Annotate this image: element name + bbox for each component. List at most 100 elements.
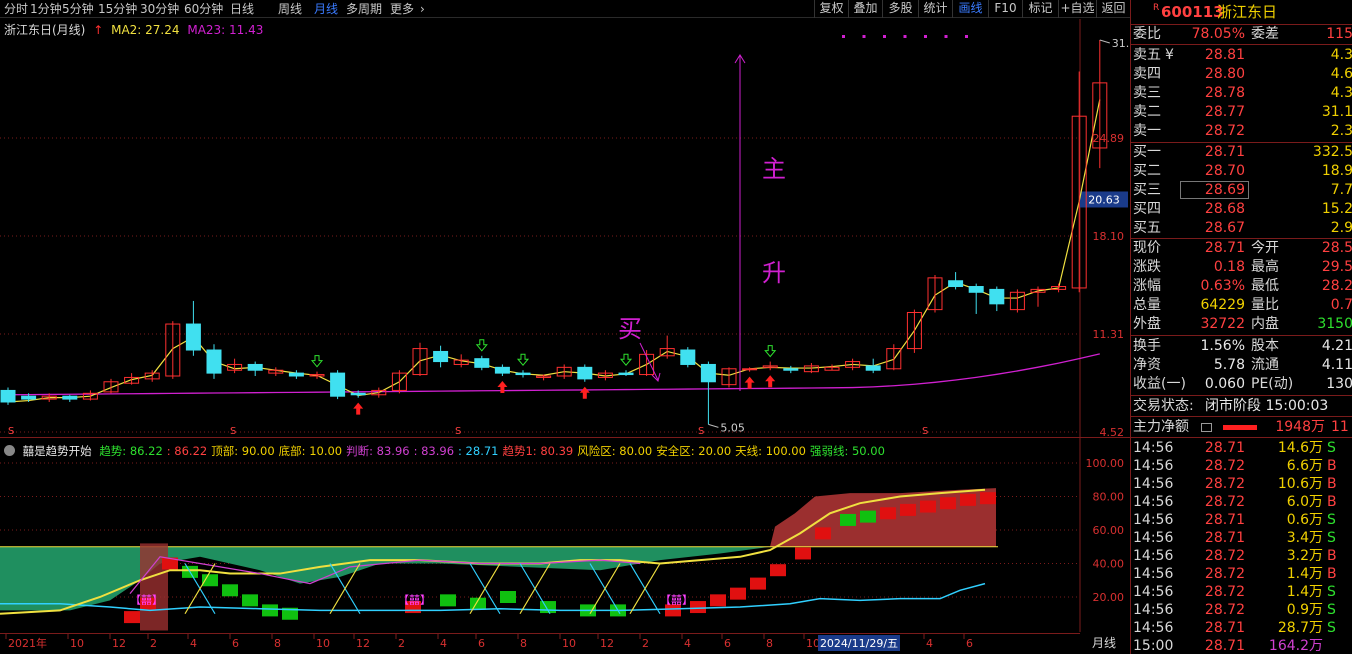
time-tick-label: 2021年 [8, 636, 47, 650]
currency-icon: ¥ [1165, 47, 1174, 63]
candlestick-chart[interactable]: 24.89 18.10 11.31 4.52 20.63 31.68 5.05 买 主升 S S S S… [0, 19, 1143, 439]
tick-side: S [1327, 440, 1336, 456]
fundamental-label: 净资 [1133, 357, 1161, 373]
red-signal-block [710, 594, 726, 607]
fundamental-label: 流通 [1251, 357, 1279, 373]
tick-time: 14:56 [1133, 440, 1174, 456]
green-signal-block [242, 594, 258, 607]
toolbar-button-3[interactable]: 统计 [918, 0, 952, 18]
price-tick-label: 24.89 [1093, 132, 1125, 145]
stat-label: 外盘 [1133, 316, 1161, 332]
ask-row-4: 卖一 28.72 2.3 [1131, 122, 1352, 141]
ask-label: 卖四 [1133, 66, 1161, 82]
period-tab-7[interactable]: 周线 [278, 1, 302, 17]
divider [1131, 335, 1352, 336]
buy-signal-up-arrow-icon [353, 402, 364, 415]
high-pointer [1099, 39, 1110, 44]
buy-signal-up-arrow-icon [765, 375, 776, 388]
low-pointer [708, 423, 719, 428]
fundamental-row-1: 净资 5.78 流通 4.11 [1131, 356, 1352, 375]
tick-side: S [1327, 620, 1336, 636]
period-tab-9[interactable]: 多周期 [346, 1, 382, 17]
stat-row-0: 现价 28.71 今开 28.5 [1131, 239, 1352, 258]
red-signal-block [900, 503, 916, 516]
toolbar-button-8[interactable]: 返回 [1096, 0, 1130, 18]
period-label: 月线 [1092, 636, 1116, 650]
s-marker: S [230, 426, 236, 437]
green-signal-block [222, 584, 238, 597]
fundamental-label: 收益(一) [1133, 376, 1186, 392]
indicator-panel[interactable]: 100.00 80.00 60.00 40.00 20.00 【囍】 【囍】 【囍】 囍是趋势… [0, 438, 1130, 632]
ask-price: 28.72 [1204, 123, 1245, 139]
bid-label: 买二 [1133, 163, 1161, 179]
period-tab-1[interactable]: 1分钟 [30, 1, 62, 17]
toolbar-button-2[interactable]: 多股 [882, 0, 918, 18]
bid-volume: 2.9 [1330, 220, 1352, 236]
toolbar-button-6[interactable]: 标记 [1022, 0, 1058, 18]
ask-volume: 4.3 [1330, 85, 1352, 101]
tick-row-5: 14:56 28.71 3.4万 S [1131, 529, 1352, 547]
time-axis-svg: 2021年 10 12 2 4 6 8 10 12 2 4 6 8 10 12 2 4 6 8 10 4 6 2024/11… [0, 633, 1116, 651]
stat-value: 32722 [1200, 316, 1245, 332]
tick-time: 14:56 [1133, 620, 1174, 636]
tick-price: 28.71 [1204, 620, 1245, 636]
bid-volume: 7.7 [1330, 182, 1352, 198]
bid-label: 买一 [1133, 144, 1161, 160]
date-cursor-label: 2024/11/29/五 [820, 637, 898, 650]
period-tab-6[interactable]: 日线 [230, 1, 254, 17]
bid-row-1: 买二 28.70 18.9 [1131, 162, 1352, 181]
main-chart-legend: 浙江东日(月线) ↑ MA2: 27.24 MA23: 11.43 [4, 21, 267, 38]
stock-header: R 600113 浙江东日 [1131, 1, 1352, 23]
toolbar-button-5[interactable]: F10 [988, 0, 1022, 18]
tick-price: 28.72 [1204, 548, 1245, 564]
tick-side: S [1327, 602, 1336, 618]
down-candle [350, 392, 366, 396]
period-tab-5[interactable]: 60分钟 [184, 1, 223, 17]
time-tick-label: 8 [274, 637, 281, 650]
sell-signal-down-arrow-icon [310, 355, 324, 368]
s-marker: S [922, 426, 928, 437]
green-signal-block [500, 591, 516, 603]
period-tab-0[interactable]: 分时 [4, 1, 28, 17]
time-tick-label: 4 [440, 637, 447, 650]
period-tab-2[interactable]: 5分钟 [62, 1, 94, 17]
toolbar-button-1[interactable]: 叠加 [848, 0, 882, 18]
indicator-settings-icon[interactable] [4, 445, 15, 456]
indicator-legend-item: : 28.71 [458, 444, 499, 458]
stat-label: 最高 [1251, 259, 1279, 275]
s-marker: S [698, 426, 704, 437]
buy-annotation: 买 [618, 315, 642, 343]
toolbar-button-7[interactable]: +自选 [1058, 0, 1096, 18]
period-tab-4[interactable]: 30分钟 [140, 1, 179, 17]
tick-volume: 0.9万 [1286, 602, 1323, 618]
main-flow-menu-icon[interactable] [1201, 423, 1212, 432]
price-tick-label: 11.31 [1093, 328, 1125, 341]
stat-value: 28.71 [1204, 240, 1245, 256]
tick-price: 28.71 [1204, 530, 1245, 546]
tick-volume: 6.0万 [1286, 494, 1323, 510]
main-chart-panel[interactable]: 24.89 18.10 11.31 4.52 20.63 31.68 5.05 买 主升 S S S S… [0, 19, 1143, 439]
period-tab-3[interactable]: 15分钟 [98, 1, 137, 17]
period-tab-8[interactable]: 月线 [314, 1, 338, 17]
fundamental-value: 5.78 [1213, 357, 1245, 373]
stat-value: 0.18 [1213, 259, 1245, 275]
indicator-chart[interactable]: 100.00 80.00 60.00 40.00 20.00 【囍】 【囍】 【囍】 [0, 438, 1130, 632]
sell-signal-down-arrow-icon [619, 353, 633, 367]
period-tab-10[interactable]: 更多 [390, 1, 414, 17]
divider [1131, 416, 1352, 417]
time-tick-label: 12 [112, 637, 126, 650]
up-candle [742, 368, 758, 371]
more-arrow-icon[interactable]: › [420, 1, 425, 17]
ask-volume: 4.3 [1330, 47, 1352, 63]
stock-period-title: 浙江东日(月线) [4, 23, 86, 37]
stat-label: 量比 [1251, 297, 1279, 313]
green-signal-block [440, 594, 456, 607]
toolbar-button-4[interactable]: 画线 [952, 0, 988, 18]
signal-dot [862, 35, 866, 38]
toolbar-button-0[interactable]: 复权 [814, 0, 848, 18]
ask-row-3: 卖二 28.77 31.1 [1131, 103, 1352, 122]
stat-label: 现价 [1133, 240, 1161, 256]
down-candle [330, 372, 346, 397]
signal-dot [924, 35, 927, 38]
weibi-row: 委比 78.05% 委差 115 [1131, 25, 1352, 44]
